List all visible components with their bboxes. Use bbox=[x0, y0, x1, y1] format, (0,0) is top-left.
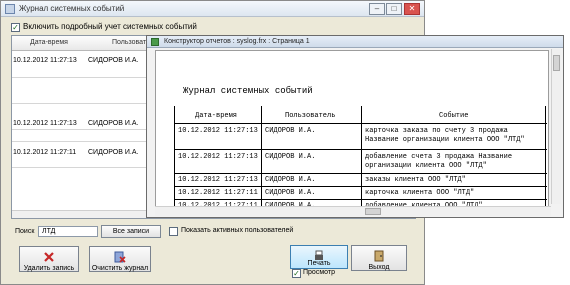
delete-record-label: Удалить запись bbox=[23, 265, 75, 272]
active-users-label: Показать активных пользователей bbox=[181, 227, 294, 234]
exit-button[interactable]: Выход bbox=[351, 245, 407, 271]
report-cell-event: добавление счета 3 продажа Название bbox=[365, 153, 513, 161]
active-users-checkbox[interactable] bbox=[169, 227, 178, 236]
search-input[interactable]: ЛТД bbox=[38, 226, 98, 237]
clear-log-icon bbox=[114, 251, 126, 263]
report-cell-datetime: 10.12.2012 11:27:13 bbox=[178, 153, 258, 161]
main-window-title: Журнал системных событий bbox=[19, 4, 125, 13]
close-icon[interactable]: ✕ bbox=[404, 3, 420, 15]
clear-log-label: Очистить журнал bbox=[91, 265, 149, 272]
report-cell-event: Название организации клиента ООО "ЛТД" bbox=[365, 136, 525, 144]
report-hscroll-thumb[interactable] bbox=[365, 208, 381, 215]
cell-datetime: 10.12.2012 11:27:11 bbox=[13, 149, 77, 156]
report-cell-event: заказы клиента ООО "ЛТД" bbox=[365, 176, 466, 184]
exit-label: Выход bbox=[368, 264, 390, 271]
report-title-bar[interactable]: Конструктор отчетов : syslog.frx : Стран… bbox=[147, 36, 563, 48]
report-cell-datetime: 10.12.2012 11:27:11 bbox=[178, 189, 258, 197]
cell-user: СИДОРОВ И.А. bbox=[88, 57, 139, 64]
report-row: 10.12.2012 11:27:13 СИДОРОВ И.А. карточк… bbox=[175, 123, 547, 150]
report-vscroll-thumb[interactable] bbox=[553, 55, 560, 71]
report-cell-user: СИДОРОВ И.А. bbox=[265, 153, 316, 161]
report-cell-datetime: 10.12.2012 11:27:13 bbox=[178, 176, 258, 184]
report-col-user: Пользователь bbox=[285, 112, 336, 120]
app-icon bbox=[5, 4, 15, 14]
report-col-datetime: Дата-время bbox=[195, 112, 238, 120]
detailed-log-label: Включить подробный учет системных событи… bbox=[23, 22, 197, 31]
report-window-title: Конструктор отчетов : syslog.frx : Стран… bbox=[164, 38, 310, 45]
report-cell-user: СИДОРОВ И.А. bbox=[265, 189, 316, 197]
delete-record-button[interactable]: Удалить запись bbox=[19, 246, 79, 272]
cell-datetime: 10.12.2012 11:27:13 bbox=[13, 57, 77, 64]
report-heading: Журнал системных событий bbox=[183, 86, 313, 96]
report-cell-event: организации клиента ООО "ЛТД" bbox=[365, 162, 487, 170]
minimize-icon[interactable]: – bbox=[369, 3, 385, 15]
clear-log-button[interactable]: Очистить журнал bbox=[89, 246, 151, 272]
report-row: 10.12.2012 11:27:11 СИДОРОВ И.А. карточк… bbox=[175, 186, 547, 200]
report-vertical-scrollbar[interactable] bbox=[551, 49, 561, 204]
detailed-log-checkbox[interactable]: ✓ bbox=[11, 23, 20, 32]
print-button[interactable]: Печать bbox=[290, 245, 348, 269]
report-row: 10.12.2012 11:27:13 СИДОРОВ И.А. добавле… bbox=[175, 149, 547, 174]
report-cell-datetime: 10.12.2012 11:27:13 bbox=[178, 127, 258, 135]
report-page: Журнал системных событий Дата-время Поль… bbox=[155, 50, 549, 212]
preview-checkbox[interactable]: ✓ bbox=[292, 269, 301, 278]
grid-col-datetime[interactable]: Дата-время bbox=[30, 39, 68, 46]
search-label: Поиск bbox=[15, 228, 35, 235]
exit-door-icon bbox=[374, 250, 384, 262]
report-row: 10.12.2012 11:27:13 СИДОРОВ И.А. заказы … bbox=[175, 173, 547, 187]
main-title-bar[interactable]: Журнал системных событий – □ ✕ bbox=[1, 1, 424, 17]
preview-label: Просмотр bbox=[303, 269, 335, 276]
report-table: Дата-время Пользователь Событие 10.12.20… bbox=[174, 106, 547, 211]
cell-datetime: 10.12.2012 11:27:13 bbox=[13, 120, 77, 127]
cell-user: СИДОРОВ И.А. bbox=[88, 120, 139, 127]
report-cell-user: СИДОРОВ И.А. bbox=[265, 176, 316, 184]
report-cell-event: карточка заказа по счету 3 продажа bbox=[365, 127, 508, 135]
maximize-icon[interactable]: □ bbox=[386, 3, 402, 15]
cell-user: СИДОРОВ И.А. bbox=[88, 149, 139, 156]
all-records-button[interactable]: Все записи bbox=[101, 225, 161, 238]
report-window: Конструктор отчетов : syslog.frx : Стран… bbox=[146, 35, 564, 218]
report-cell-event: карточка клиента ООО "ЛТД" bbox=[365, 189, 475, 197]
report-col-event: Событие bbox=[439, 112, 469, 120]
report-horizontal-scrollbar[interactable] bbox=[155, 206, 551, 216]
report-app-icon bbox=[151, 38, 159, 46]
report-cell-user: СИДОРОВ И.А. bbox=[265, 127, 316, 135]
print-label: Печать bbox=[307, 260, 331, 267]
delete-x-icon bbox=[44, 252, 54, 262]
